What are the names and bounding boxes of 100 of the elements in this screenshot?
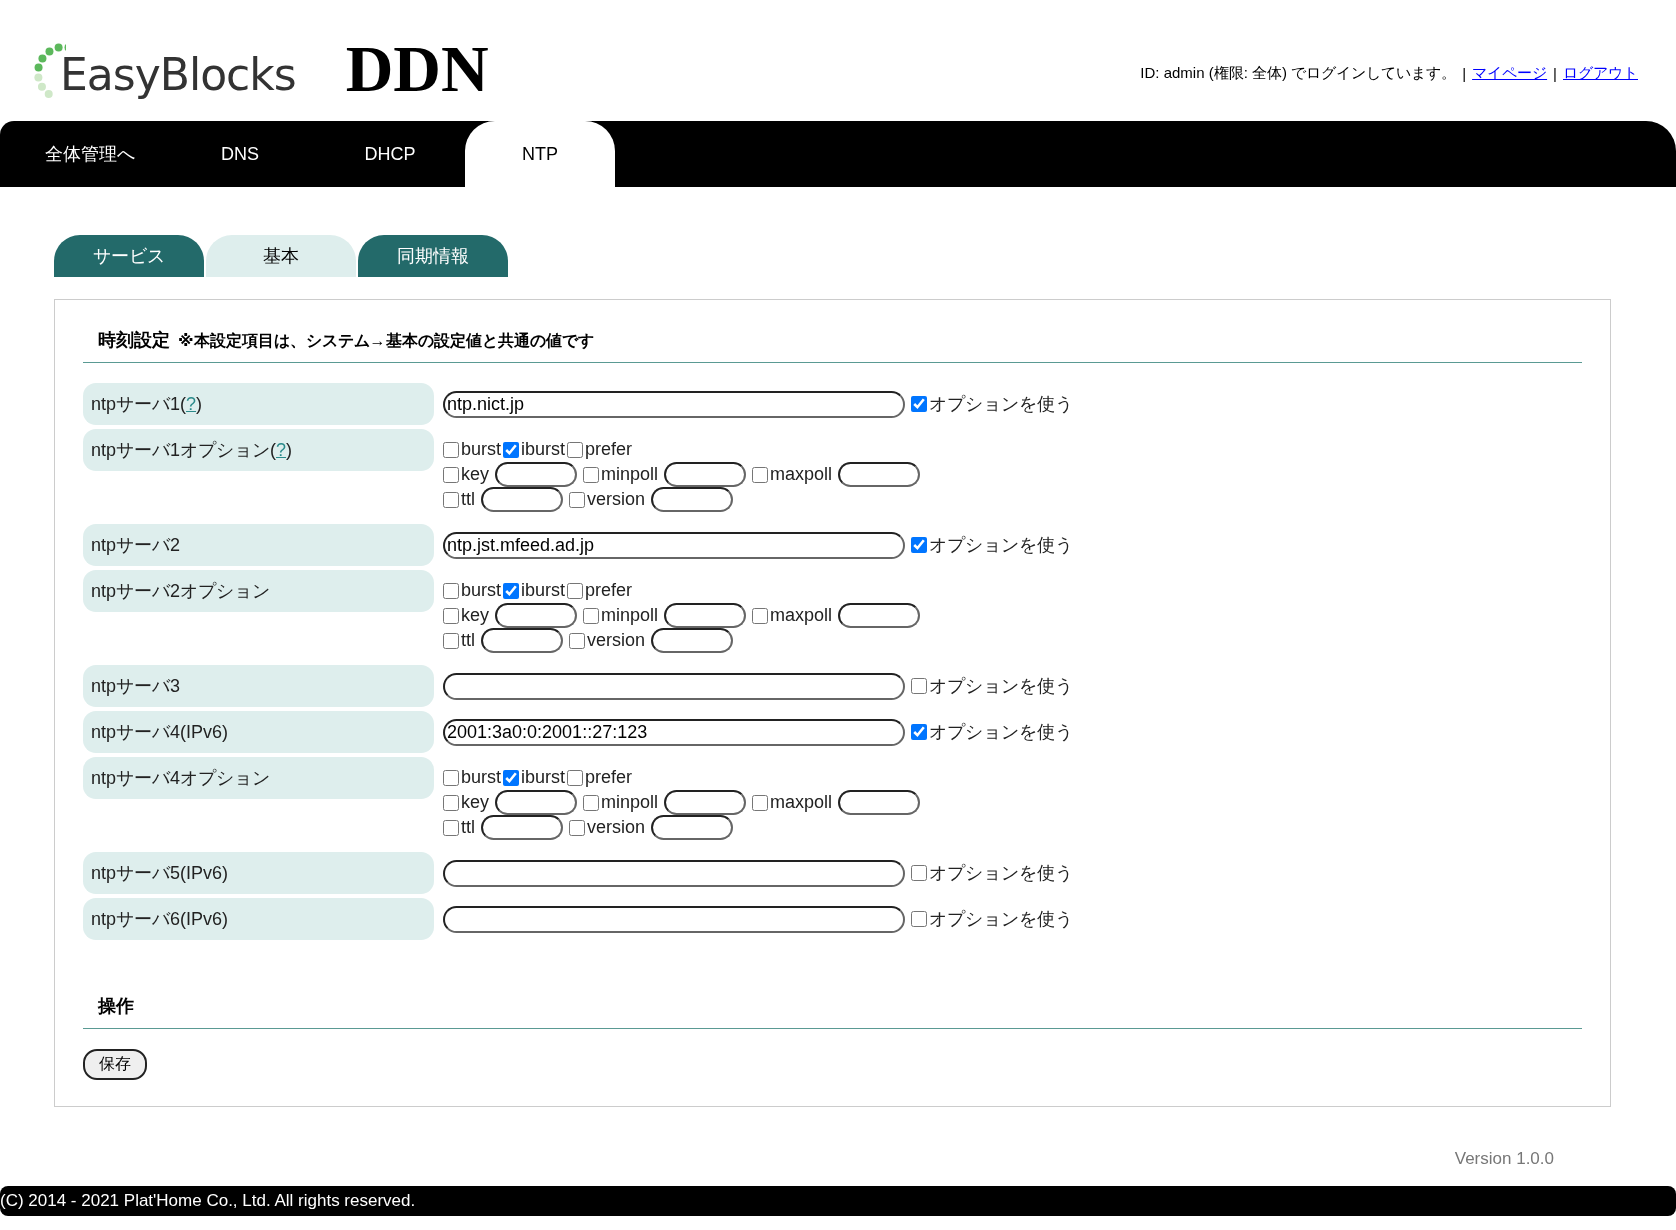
checkbox[interactable] (567, 441, 584, 458)
checkbox-label[interactable]: オプションを使う (911, 907, 1073, 931)
checkbox[interactable] (443, 769, 459, 786)
checkbox-label[interactable]: オプションを使う (911, 674, 1073, 698)
checkbox-label[interactable]: iburst (503, 767, 566, 788)
checkbox-label[interactable]: iburst (503, 439, 566, 460)
option-input[interactable] (495, 790, 577, 815)
checkbox[interactable] (752, 607, 769, 624)
checkbox[interactable] (583, 794, 599, 811)
option-input[interactable] (481, 487, 563, 512)
section-title: 時刻設定 (98, 329, 170, 352)
checkbox-label[interactable]: key (443, 464, 489, 485)
checkbox[interactable] (911, 537, 927, 553)
option-input[interactable] (838, 462, 921, 487)
checkbox[interactable] (567, 769, 584, 786)
checkbox[interactable] (503, 769, 520, 786)
checkbox-label[interactable]: version (569, 489, 646, 510)
field-label: ntpサーバ6(IPv6) (91, 908, 229, 931)
option-input[interactable] (664, 603, 747, 628)
checkbox[interactable] (443, 632, 459, 649)
sub-tab[interactable]: 基本 (206, 235, 356, 277)
server-input[interactable] (443, 905, 905, 933)
checkbox[interactable] (569, 819, 585, 836)
checkbox[interactable] (567, 582, 584, 599)
checkbox[interactable] (911, 724, 927, 740)
checkbox-label[interactable]: オプションを使う (911, 533, 1073, 557)
checkbox[interactable] (583, 466, 599, 483)
checkbox-label[interactable]: minpoll (583, 605, 659, 626)
option-input[interactable] (495, 462, 577, 487)
separator: | (1462, 65, 1467, 82)
checkbox-label[interactable]: minpoll (583, 464, 659, 485)
help-link[interactable]: ? (186, 394, 197, 414)
nav-tab[interactable]: DNS (165, 121, 315, 187)
checkbox-label[interactable]: version (569, 630, 646, 651)
checkbox-label[interactable]: maxpoll (752, 605, 833, 626)
option-input[interactable] (495, 603, 577, 628)
checkbox[interactable] (443, 491, 459, 508)
checkbox-label[interactable]: burst (443, 580, 502, 601)
checkbox[interactable] (911, 396, 927, 412)
option-input[interactable] (651, 815, 734, 840)
server-input[interactable] (443, 859, 905, 887)
checkbox[interactable] (503, 441, 520, 458)
checkbox-label[interactable]: prefer (567, 439, 633, 460)
checkbox[interactable] (752, 466, 769, 483)
option-input[interactable] (838, 790, 921, 815)
option-input[interactable] (664, 790, 747, 815)
checkbox[interactable] (443, 819, 459, 836)
option-input[interactable] (481, 628, 563, 653)
sub-tab[interactable]: サービス (54, 235, 204, 277)
option-input[interactable] (651, 487, 734, 512)
checkbox[interactable] (443, 794, 459, 811)
checkbox[interactable] (443, 466, 459, 483)
sub-tab[interactable]: 同期情報 (358, 235, 508, 277)
checkbox[interactable] (443, 582, 459, 599)
checkbox-label[interactable]: maxpoll (752, 792, 833, 813)
option-input[interactable] (651, 628, 734, 653)
version-text: Version 1.0.0 (1453, 1148, 1555, 1170)
option-input[interactable] (481, 815, 563, 840)
save-button[interactable]: 保存 (83, 1049, 147, 1080)
checkbox[interactable] (443, 607, 459, 624)
checkbox-label[interactable]: key (443, 792, 489, 813)
field-label: ntpサーバ2オプション (91, 580, 271, 603)
checkbox-label[interactable]: オプションを使う (911, 392, 1073, 416)
checkbox[interactable] (503, 582, 520, 599)
nav-tab[interactable]: DHCP (315, 121, 465, 187)
nav-tab[interactable]: NTP (465, 121, 615, 187)
checkbox[interactable] (911, 911, 927, 927)
nav-tab[interactable]: 全体管理へ (15, 121, 165, 187)
option-input[interactable] (664, 462, 747, 487)
checkbox-label[interactable]: burst (443, 767, 502, 788)
checkbox-label[interactable]: prefer (567, 580, 633, 601)
checkbox-label[interactable]: ttl (443, 817, 475, 838)
checkbox-label[interactable]: オプションを使う (911, 861, 1073, 885)
section-title: 操作 (98, 996, 134, 1016)
option-input[interactable] (838, 603, 921, 628)
checkbox-label[interactable]: ttl (443, 630, 475, 651)
checkbox[interactable] (911, 865, 927, 881)
help-link[interactable]: ? (276, 440, 287, 460)
checkbox-label[interactable]: iburst (503, 580, 566, 601)
checkbox[interactable] (443, 441, 459, 458)
checkbox[interactable] (569, 632, 585, 649)
server-input[interactable]: ntp.jst.mfeed.ad.jp (443, 531, 905, 559)
field-label: ntpサーバ4(IPv6) (91, 721, 229, 744)
checkbox-label[interactable]: version (569, 817, 646, 838)
checkbox[interactable] (911, 678, 927, 694)
mypage-link[interactable]: マイページ (1472, 64, 1548, 83)
checkbox[interactable] (583, 607, 599, 624)
checkbox[interactable] (752, 794, 769, 811)
checkbox-label[interactable]: オプションを使う (911, 720, 1073, 744)
server-input[interactable]: ntp.nict.jp (443, 390, 905, 418)
server-input[interactable]: 2001:3a0:0:2001::27:123 (443, 718, 905, 746)
checkbox-label[interactable]: burst (443, 439, 502, 460)
checkbox-label[interactable]: maxpoll (752, 464, 833, 485)
checkbox[interactable] (569, 491, 585, 508)
checkbox-label[interactable]: key (443, 605, 489, 626)
logout-link[interactable]: ログアウト (1563, 64, 1638, 83)
checkbox-label[interactable]: minpoll (583, 792, 659, 813)
server-input[interactable] (443, 672, 905, 700)
checkbox-label[interactable]: ttl (443, 489, 475, 510)
checkbox-label[interactable]: prefer (567, 767, 633, 788)
